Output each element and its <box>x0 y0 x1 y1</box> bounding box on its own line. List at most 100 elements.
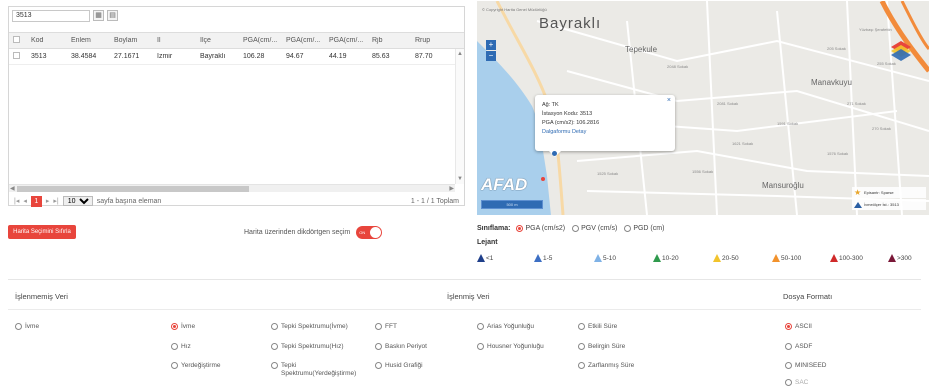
format-option-sac[interactable]: SAC <box>785 379 808 387</box>
format-option-ascii[interactable]: ASCII <box>785 323 812 331</box>
reset-map-selection-button[interactable]: Harita Seçimini Sıfırla <box>8 225 76 239</box>
legend-title: Lejant <box>477 239 498 246</box>
map-place-label: Mansuroğlu <box>762 181 804 190</box>
processed-option-dominant-period[interactable]: Baskın Periyot <box>375 343 427 351</box>
raw-option-acceleration[interactable]: İvme <box>15 323 39 331</box>
zoom-out-button[interactable]: − <box>486 51 496 61</box>
toggle-knob[interactable] <box>370 227 382 238</box>
radio-icon[interactable] <box>15 323 22 330</box>
processed-option-response-spectrum-vel[interactable]: Tepki Spektrumu(Hız) <box>271 343 344 351</box>
legend-item: 10-20 <box>653 254 679 262</box>
radio-icon[interactable] <box>171 323 178 330</box>
processed-option-arias[interactable]: Arias Yoğunluğu <box>477 323 534 331</box>
column-header[interactable]: Kod <box>27 37 67 44</box>
radio-icon[interactable] <box>271 362 278 369</box>
rect-select-label: Harita üzerinden dikdörtgen seçim <box>244 229 351 236</box>
layers-icon[interactable] <box>890 39 912 61</box>
row-checkbox-cell[interactable] <box>9 52 27 61</box>
last-page-icon[interactable]: ▸| <box>53 197 58 205</box>
column-header[interactable]: Boylam <box>110 37 153 44</box>
waveform-detail-link[interactable]: Dalgaformu Detay <box>542 128 668 137</box>
radio-icon[interactable] <box>578 362 585 369</box>
scroll-up-icon[interactable]: ▲ <box>457 51 463 57</box>
radio-icon[interactable] <box>171 343 178 350</box>
legend-label: <1 <box>486 254 494 262</box>
radio-icon[interactable] <box>477 323 484 330</box>
processed-option-acceleration[interactable]: İvme <box>171 323 195 331</box>
horizontal-scrollbar[interactable]: ◀ ▶ <box>9 184 455 192</box>
processed-option-significant-duration[interactable]: Belirgin Süre <box>578 343 625 351</box>
scroll-left-icon[interactable]: ◀ <box>10 185 15 192</box>
legend-label: 20-50 <box>722 254 739 262</box>
processed-option-enveloped-duration[interactable]: Zarflanmış Süre <box>578 362 634 370</box>
processed-option-effective-duration[interactable]: Etkili Süre <box>578 323 617 331</box>
column-header[interactable]: İlçe <box>196 37 239 44</box>
column-header[interactable]: PGA(cm/... <box>239 37 282 44</box>
column-chooser-icon[interactable]: ▤ <box>107 10 118 21</box>
rect-select-toggle[interactable]: ON <box>356 226 383 239</box>
popup-network: Ağ: TK <box>542 102 559 108</box>
select-all-checkbox[interactable] <box>13 36 20 43</box>
radio-icon[interactable] <box>516 225 524 232</box>
radio-icon[interactable] <box>578 343 585 350</box>
processed-option-fft[interactable]: FFT <box>375 323 397 331</box>
processed-option-response-spectrum-disp[interactable]: Tepki Spektrumu(Yerdeğiştirme) <box>271 362 356 378</box>
row-checkbox[interactable] <box>13 52 20 59</box>
horizontal-scroll-thumb[interactable] <box>17 186 249 192</box>
format-option-asdf[interactable]: ASDF <box>785 343 812 351</box>
radio-icon[interactable] <box>171 362 178 369</box>
scroll-right-icon[interactable]: ▶ <box>449 185 454 192</box>
processed-option-response-spectrum-acc[interactable]: Tepki Spektrumu(İvme) <box>271 323 348 331</box>
processed-option-displacement[interactable]: Yerdeğiştirme <box>171 362 221 370</box>
processed-option-husid[interactable]: Husid Grafiği <box>375 362 423 370</box>
column-header[interactable]: PGA(cm/... <box>325 37 368 44</box>
excel-export-icon[interactable]: ▦ <box>93 10 104 21</box>
radio-icon[interactable] <box>785 323 792 330</box>
search-input[interactable] <box>12 9 90 22</box>
first-page-icon[interactable]: |◂ <box>14 197 19 205</box>
radio-icon[interactable] <box>785 379 792 386</box>
processed-option-velocity[interactable]: Hız <box>171 343 191 351</box>
station-marker[interactable] <box>552 151 557 156</box>
table-header: Kod Enlem Boylam İl İlçe PGA(cm/... PGA(… <box>9 32 464 49</box>
classification-option-pgv[interactable]: PGV (cm/s) <box>572 225 617 232</box>
current-page-button[interactable]: 1 <box>30 195 42 207</box>
column-header[interactable]: PGA(cm/... <box>282 37 325 44</box>
classification-option-pga[interactable]: PGA (cm/s2) <box>516 225 565 232</box>
column-header[interactable]: İl <box>153 37 196 44</box>
radio-icon[interactable] <box>572 225 580 232</box>
radio-icon[interactable] <box>624 225 632 232</box>
zoom-in-button[interactable]: + <box>486 40 496 50</box>
column-header[interactable]: Enlem <box>67 37 110 44</box>
column-header[interactable]: Rjb <box>368 37 411 44</box>
radio-icon[interactable] <box>375 343 382 350</box>
radio-icon[interactable] <box>375 323 382 330</box>
prev-page-icon[interactable]: ◂ <box>23 197 27 205</box>
format-option-miniseed[interactable]: MINISEED <box>785 362 826 370</box>
triangle-icon <box>653 254 661 262</box>
popup-close-icon[interactable]: × <box>667 96 671 105</box>
page-size-label: sayfa başına eleman <box>96 197 162 205</box>
table-row[interactable]: 3513 38.4584 27.1671 İzmir Bayraklı 106.… <box>9 49 464 65</box>
radio-icon[interactable] <box>271 343 278 350</box>
column-header[interactable]: Rrup <box>411 37 447 44</box>
radio-icon[interactable] <box>375 362 382 369</box>
select-all-checkbox-cell[interactable] <box>9 36 27 45</box>
radio-icon[interactable] <box>785 343 792 350</box>
map-district-label: Bayraklı <box>539 15 602 32</box>
raw-data-heading: İşlenmemiş Veri <box>15 292 68 301</box>
divider <box>8 279 921 280</box>
processed-option-housner[interactable]: Housner Yoğunluğu <box>477 343 544 351</box>
next-page-icon[interactable]: ▸ <box>46 197 50 205</box>
page-size-select[interactable]: 10 <box>62 196 93 206</box>
star-icon: ★ <box>854 188 862 197</box>
vertical-scrollbar[interactable]: ▲ ▼ <box>455 49 464 184</box>
legend-item: 100-300 <box>830 254 863 262</box>
radio-icon[interactable] <box>477 343 484 350</box>
radio-icon[interactable] <box>578 323 585 330</box>
radio-icon[interactable] <box>271 323 278 330</box>
map-view[interactable]: © Copyright Harita Genel Müdürlüğü Bayra… <box>477 1 929 215</box>
scroll-down-icon[interactable]: ▼ <box>457 176 463 182</box>
classification-option-pgd[interactable]: PGD (cm) <box>624 225 664 232</box>
radio-icon[interactable] <box>785 362 792 369</box>
